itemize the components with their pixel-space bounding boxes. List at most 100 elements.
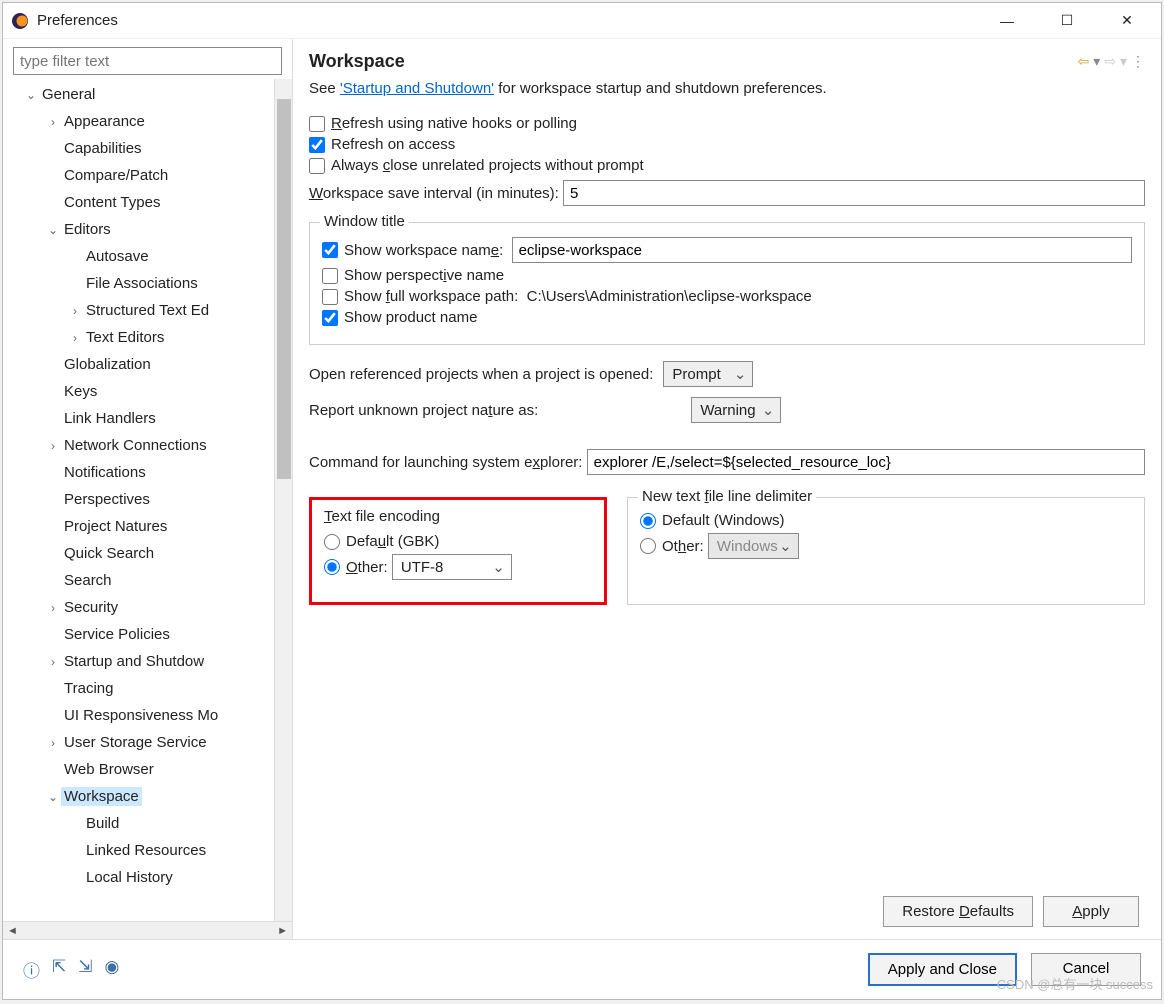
refresh-native-checkbox[interactable]: [309, 116, 325, 132]
tree-item-label: Editors: [61, 220, 114, 239]
tree-item-label: User Storage Service: [61, 733, 210, 752]
filter-input[interactable]: [13, 47, 282, 75]
intro-text: See 'Startup and Shutdown' for workspace…: [309, 80, 1145, 97]
refresh-access-checkbox[interactable]: [309, 137, 325, 153]
tree-item-startup-and-shutdow[interactable]: ›Startup and Shutdow: [9, 648, 274, 675]
tree-item-label: Workspace: [61, 787, 142, 806]
show-workspace-name-checkbox[interactable]: [322, 242, 338, 258]
chevron-right-icon[interactable]: ›: [45, 736, 61, 750]
tree-item-user-storage-service[interactable]: ›User Storage Service: [9, 729, 274, 756]
minimize-button[interactable]: —: [989, 9, 1025, 33]
open-referenced-select[interactable]: Prompt: [663, 361, 753, 387]
always-close-checkbox[interactable]: [309, 158, 325, 174]
explorer-input[interactable]: [587, 449, 1145, 475]
page-title: Workspace: [309, 51, 405, 72]
tree-item-text-editors[interactable]: ›Text Editors: [9, 324, 274, 351]
tree-item-security[interactable]: ›Security: [9, 594, 274, 621]
restore-defaults-button[interactable]: Restore Defaults: [883, 896, 1033, 927]
chevron-down-icon[interactable]: ⌄: [45, 223, 61, 237]
cancel-button[interactable]: Cancel: [1031, 953, 1141, 986]
tree-item-structured-text-ed[interactable]: ›Structured Text Ed: [9, 297, 274, 324]
back-icon[interactable]: ⇦: [1077, 53, 1089, 70]
chevron-right-icon[interactable]: ›: [45, 115, 61, 129]
tree-item-label: File Associations: [83, 274, 201, 293]
tree-item-network-connections[interactable]: ›Network Connections: [9, 432, 274, 459]
tree-item-linked-resources[interactable]: Linked Resources: [9, 837, 274, 864]
tree-item-keys[interactable]: Keys: [9, 378, 274, 405]
tree-item-search[interactable]: Search: [9, 567, 274, 594]
encoding-select[interactable]: UTF-8: [392, 554, 512, 580]
tree-item-globalization[interactable]: Globalization: [9, 351, 274, 378]
apply-button[interactable]: Apply: [1043, 896, 1139, 927]
tree-item-label: Perspectives: [61, 490, 153, 509]
tree-item-appearance[interactable]: ›Appearance: [9, 108, 274, 135]
apply-and-close-button[interactable]: Apply and Close: [868, 953, 1017, 986]
show-perspective-checkbox[interactable]: [322, 268, 338, 284]
tree-item-general[interactable]: ⌄General: [9, 81, 274, 108]
save-interval-input[interactable]: [563, 180, 1145, 206]
chevron-down-icon[interactable]: ⌄: [23, 88, 39, 102]
tree-item-capabilities[interactable]: Capabilities: [9, 135, 274, 162]
startup-shutdown-link[interactable]: 'Startup and Shutdown': [340, 80, 494, 97]
tree-item-web-browser[interactable]: Web Browser: [9, 756, 274, 783]
tree-item-perspectives[interactable]: Perspectives: [9, 486, 274, 513]
show-full-path-checkbox[interactable]: [322, 289, 338, 305]
delimiter-other-radio[interactable]: [640, 538, 656, 554]
vertical-scrollbar[interactable]: [274, 79, 292, 921]
horizontal-scrollbar[interactable]: ◄►: [3, 921, 292, 939]
chevron-right-icon[interactable]: ›: [67, 304, 83, 318]
chevron-right-icon[interactable]: ›: [45, 655, 61, 669]
tree-item-tracing[interactable]: Tracing: [9, 675, 274, 702]
tree-item-notifications[interactable]: Notifications: [9, 459, 274, 486]
record-icon[interactable]: ◉: [105, 957, 120, 982]
tree-item-label: General: [39, 85, 98, 104]
tree-item-ui-responsiveness-mo[interactable]: UI Responsiveness Mo: [9, 702, 274, 729]
maximize-button[interactable]: ☐: [1049, 9, 1085, 33]
chevron-down-icon[interactable]: ⌄: [45, 790, 61, 804]
text-encoding-group: Text file encoding Default (GBK) Other: …: [309, 497, 607, 605]
tree-item-label: Quick Search: [61, 544, 157, 563]
forward-icon[interactable]: ⇨: [1104, 53, 1116, 70]
tree-item-label: Appearance: [61, 112, 148, 131]
tree-item-label: Keys: [61, 382, 100, 401]
tree-item-local-history[interactable]: Local History: [9, 864, 274, 891]
tree-item-build[interactable]: Build: [9, 810, 274, 837]
help-icon[interactable]: ⓘ: [23, 957, 40, 982]
chevron-right-icon[interactable]: ›: [67, 331, 83, 345]
preferences-window: Preferences — ☐ ✕ ⌄General›AppearanceCap…: [2, 2, 1162, 1000]
tree-item-file-associations[interactable]: File Associations: [9, 270, 274, 297]
export-icon[interactable]: ⇲: [78, 957, 92, 982]
encoding-default-radio[interactable]: [324, 534, 340, 550]
menu-icon[interactable]: ⋮: [1131, 53, 1145, 70]
tree-item-label: Web Browser: [61, 760, 157, 779]
encoding-other-radio[interactable]: [324, 559, 340, 575]
close-button[interactable]: ✕: [1109, 9, 1145, 33]
delimiter-default-radio[interactable]: [640, 513, 656, 529]
workspace-name-input[interactable]: [512, 237, 1132, 263]
tree-item-service-policies[interactable]: Service Policies: [9, 621, 274, 648]
import-icon[interactable]: ⇱: [52, 957, 66, 982]
tree-item-content-types[interactable]: Content Types: [9, 189, 274, 216]
open-referenced-label: Open referenced projects when a project …: [309, 366, 653, 383]
tree-item-label: Linked Resources: [83, 841, 209, 860]
back-menu-icon[interactable]: ▾: [1093, 53, 1100, 70]
tree-item-label: Autosave: [83, 247, 152, 266]
tree-item-workspace[interactable]: ⌄Workspace: [9, 783, 274, 810]
chevron-right-icon[interactable]: ›: [45, 439, 61, 453]
show-perspective-label: Show perspective name: [344, 267, 504, 284]
tree-item-label: Security: [61, 598, 121, 617]
tree-item-project-natures[interactable]: Project Natures: [9, 513, 274, 540]
tree-item-quick-search[interactable]: Quick Search: [9, 540, 274, 567]
tree-item-label: Notifications: [61, 463, 149, 482]
tree-item-editors[interactable]: ⌄Editors: [9, 216, 274, 243]
forward-menu-icon[interactable]: ▾: [1120, 53, 1127, 70]
show-product-checkbox[interactable]: [322, 310, 338, 326]
chevron-right-icon[interactable]: ›: [45, 601, 61, 615]
eclipse-icon: [11, 12, 29, 30]
footer: ⓘ ⇱ ⇲ ◉ Apply and Close Cancel: [3, 939, 1161, 999]
tree-item-link-handlers[interactable]: Link Handlers: [9, 405, 274, 432]
report-nature-select[interactable]: Warning: [691, 397, 781, 423]
encoding-default-label: Default (GBK): [346, 533, 439, 550]
tree-item-autosave[interactable]: Autosave: [9, 243, 274, 270]
tree-item-compare-patch[interactable]: Compare/Patch: [9, 162, 274, 189]
